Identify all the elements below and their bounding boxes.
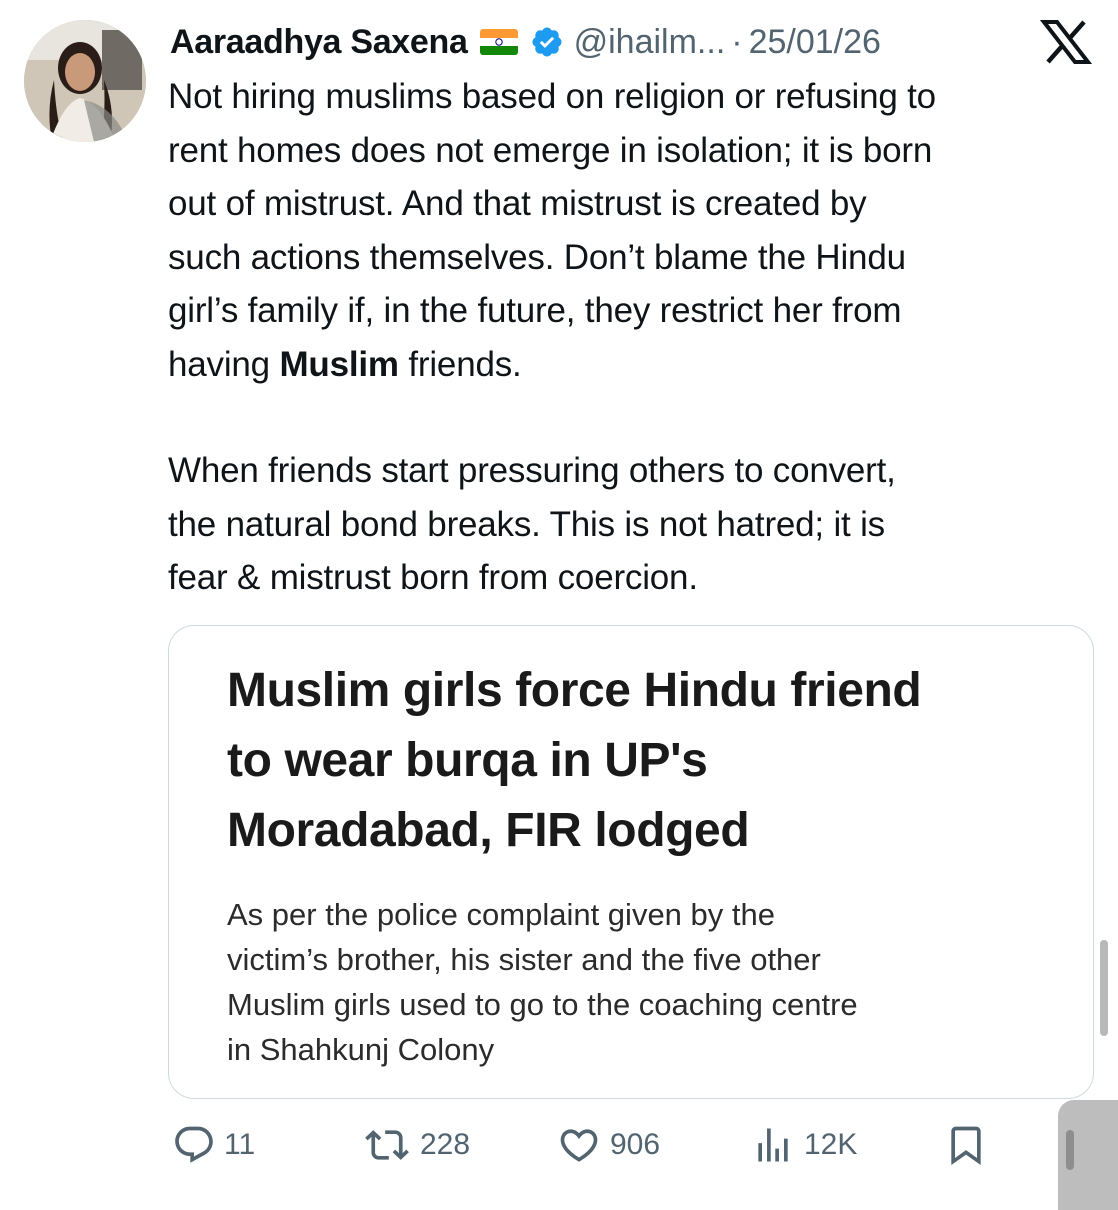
description-line: As per the police complaint given by the — [227, 897, 775, 932]
description-line: victim’s brother, his sister and the fiv… — [227, 942, 821, 977]
news-card[interactable]: Muslim girls force Hindu friend to wear … — [168, 625, 1094, 1099]
heart-icon — [556, 1123, 602, 1167]
repost-button[interactable]: 228 — [362, 1115, 470, 1175]
post-date[interactable]: 25/01/26 — [749, 23, 881, 62]
post-text-line: out of mistrust. And that mistrust is cr… — [168, 184, 867, 223]
post-text-line: girl’s family if, in the future, they re… — [168, 291, 902, 330]
x-logo-icon[interactable] — [1039, 18, 1093, 66]
post-text-line: such actions themselves. Don’t blame the… — [168, 237, 906, 277]
news-card-headline: Muslim girls force Hindu friend to wear … — [227, 656, 1077, 866]
repost-count: 228 — [420, 1128, 471, 1161]
post-text-line: rent homes does not emerge in isolation;… — [168, 130, 933, 170]
like-count: 906 — [610, 1128, 661, 1161]
post-text-line: having Muslim friends. — [168, 338, 1108, 392]
post-text-fragment: friends. — [398, 344, 522, 384]
avatar[interactable] — [24, 20, 146, 142]
action-bar: 11 228 906 12K — [0, 1115, 1118, 1175]
views-chart-icon — [750, 1123, 796, 1167]
author-display-name[interactable]: Aaraadhya Saxena — [170, 23, 468, 62]
post-text-bold-word: Muslim — [279, 344, 399, 384]
post-text-line: When friends start pressuring others to … — [168, 451, 896, 490]
avatar-photo — [24, 20, 146, 142]
reply-button[interactable]: 11 — [172, 1115, 255, 1175]
overlay-handle — [1066, 1130, 1074, 1170]
views-count: 12K — [804, 1128, 858, 1161]
headline-line: Muslim girls force Hindu friend — [227, 664, 922, 717]
post-text-line: Not hiring muslims based on religion or … — [168, 77, 936, 116]
post-header: Aaraadhya Saxena @ihailm... · 25/01/26 — [170, 14, 1100, 70]
header-separator: · — [731, 22, 743, 61]
post-text-fragment: having — [168, 344, 280, 384]
verified-badge-icon[interactable] — [530, 25, 564, 59]
post-text-line: the natural bond breaks. This is not hat… — [168, 504, 885, 544]
reply-count: 11 — [224, 1128, 256, 1161]
description-line: in Shahkunj Colony — [227, 1032, 495, 1067]
views-button[interactable]: 12K — [750, 1115, 857, 1175]
floating-overlay-button[interactable] — [1058, 1100, 1118, 1210]
description-line: Muslim girls used to go to the coaching … — [227, 987, 858, 1022]
post-text: Not hiring muslims based on religion or … — [168, 70, 1108, 605]
bookmark-button[interactable] — [944, 1115, 988, 1175]
repost-icon — [362, 1123, 412, 1167]
bookmark-icon — [944, 1123, 988, 1167]
reply-icon — [172, 1123, 216, 1167]
india-flag-icon — [479, 29, 518, 55]
author-handle[interactable]: @ihailm... — [574, 23, 726, 62]
news-card-description: As per the police complaint given by the… — [227, 892, 1047, 1072]
headline-line: Moradabad, FIR lodged — [227, 804, 750, 857]
headline-line: to wear burqa in UP's — [227, 734, 708, 787]
scrollbar-thumb[interactable] — [1100, 940, 1108, 1036]
post-text-line: fear & mistrust born from coercion. — [168, 558, 698, 597]
like-button[interactable]: 906 — [556, 1115, 660, 1175]
